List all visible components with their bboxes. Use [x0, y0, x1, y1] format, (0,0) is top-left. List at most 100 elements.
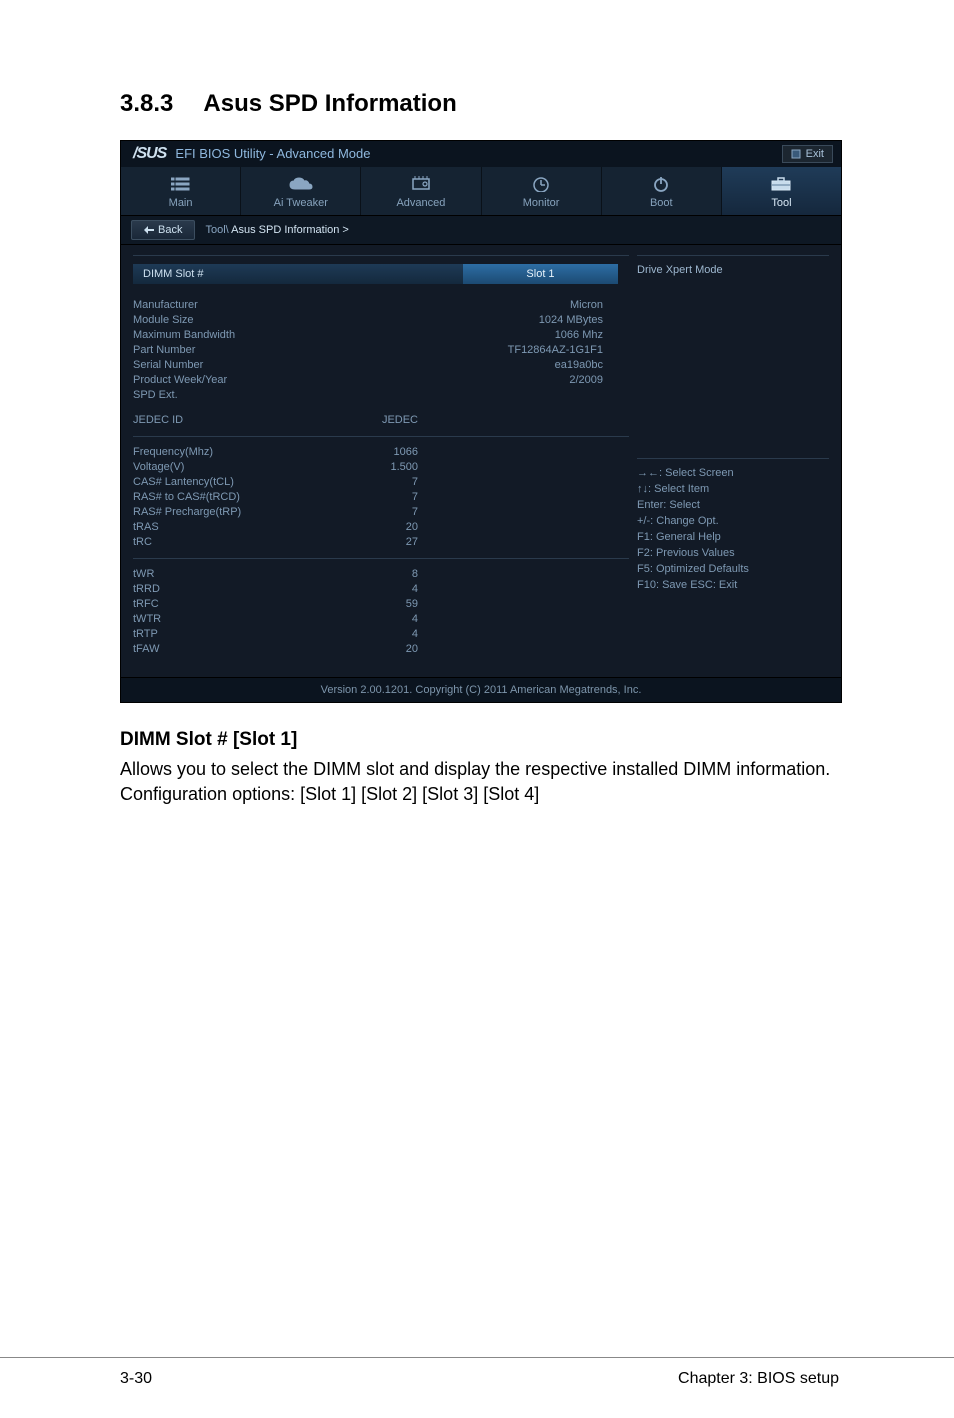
info-row: tRAS20	[133, 520, 629, 535]
info-value: 7	[343, 475, 418, 490]
info-value: TF12864AZ-1G1F1	[343, 343, 603, 358]
info-value: 4	[343, 627, 418, 642]
info-row: tWTR4	[133, 612, 629, 627]
breadcrumb-prefix: Tool\	[205, 224, 231, 236]
bios-footer: Version 2.00.1201. Copyright (C) 2011 Am…	[121, 677, 841, 702]
section-title: Asus SPD Information	[203, 90, 456, 117]
info-value: 1.500	[343, 460, 418, 475]
info-label: Voltage(V)	[133, 460, 343, 475]
info-row: Module Size1024 MBytes	[133, 313, 629, 328]
breadcrumb-row: Back Tool\ Asus SPD Information >	[121, 215, 841, 245]
info-label: Product Week/Year	[133, 373, 343, 388]
nav-tabs: Main Ai Tweaker Advanced Monitor Boot To…	[121, 167, 841, 215]
info-block-timings-2: tWR8tRRD4tRFC59tWTR4tRTP4tFAW20	[133, 567, 629, 657]
divider	[133, 436, 629, 437]
tab-label: Main	[121, 197, 240, 209]
info-value: 1066 Mhz	[343, 328, 603, 343]
info-label: Part Number	[133, 343, 343, 358]
info-value: 4	[343, 582, 418, 597]
info-label: tRRD	[133, 582, 343, 597]
info-row: tWR8	[133, 567, 629, 582]
info-label: CAS# Lantency(tCL)	[133, 475, 343, 490]
breadcrumb: Tool\ Asus SPD Information >	[205, 224, 348, 236]
title-bar: /SUS EFI BIOS Utility - Advanced Mode Ex…	[121, 141, 841, 167]
info-row: Voltage(V)1.500	[133, 460, 629, 475]
tab-label: Advanced	[361, 197, 480, 209]
info-row: Part NumberTF12864AZ-1G1F1	[133, 343, 629, 358]
info-row: tRRD4	[133, 582, 629, 597]
info-label: Manufacturer	[133, 298, 343, 313]
back-arrow-icon	[144, 226, 154, 234]
info-value: 1024 MBytes	[343, 313, 603, 328]
left-pane: DIMM Slot # Slot 1 ManufacturerMicronMod…	[133, 255, 629, 657]
help-line: +/-: Change Opt.	[637, 513, 829, 529]
info-value: 4	[343, 612, 418, 627]
exit-icon	[791, 149, 801, 159]
monitor-icon	[532, 176, 550, 192]
info-label: Frequency(Mhz)	[133, 445, 343, 460]
info-row: tRFC59	[133, 597, 629, 612]
info-label: tRC	[133, 535, 343, 550]
tab-label: Ai Tweaker	[241, 197, 360, 209]
tab-ai-tweaker[interactable]: Ai Tweaker	[241, 167, 361, 215]
dimm-slot-value: Slot 1	[463, 264, 618, 284]
help-line: F10: Save ESC: Exit	[637, 577, 829, 593]
tab-label: Monitor	[482, 197, 601, 209]
info-row: CAS# Lantency(tCL)7	[133, 475, 629, 490]
help-line: →←: Select Screen	[637, 465, 829, 481]
info-label: RAS# to CAS#(tRCD)	[133, 490, 343, 505]
tab-tool[interactable]: Tool	[722, 167, 841, 215]
divider	[637, 458, 829, 459]
info-value: 2/2009	[343, 373, 603, 388]
info-value: 20	[343, 520, 418, 535]
info-value: Micron	[343, 298, 603, 313]
bios-title: EFI BIOS Utility - Advanced Mode	[175, 146, 370, 161]
breadcrumb-current: Asus SPD Information >	[231, 224, 349, 236]
info-value: 20	[343, 642, 418, 657]
tab-advanced[interactable]: Advanced	[361, 167, 481, 215]
info-value: ea19a0bc	[343, 358, 603, 373]
subsection-body: Allows you to select the DIMM slot and d…	[120, 757, 839, 807]
info-value: 59	[343, 597, 418, 612]
power-icon	[652, 175, 670, 193]
info-label: tWR	[133, 567, 343, 582]
section-heading: 3.8.3 Asus SPD Information	[120, 90, 839, 118]
info-value	[343, 388, 603, 403]
asus-logo: /SUS	[133, 145, 166, 162]
info-value: 8	[343, 567, 418, 582]
info-label: tRAS	[133, 520, 343, 535]
toolbox-icon	[770, 176, 792, 192]
help-line: F2: Previous Values	[637, 545, 829, 561]
info-block-general: ManufacturerMicronModule Size1024 MBytes…	[133, 298, 629, 403]
tab-boot[interactable]: Boot	[602, 167, 722, 215]
info-row: tFAW20	[133, 642, 629, 657]
tab-label: Tool	[722, 197, 841, 209]
info-label: tRTP	[133, 627, 343, 642]
tab-main[interactable]: Main	[121, 167, 241, 215]
cloud-icon	[289, 177, 313, 191]
info-label: tRFC	[133, 597, 343, 612]
info-row: tRC27	[133, 535, 629, 550]
info-row: tRTP4	[133, 627, 629, 642]
info-label: tFAW	[133, 642, 343, 657]
back-button[interactable]: Back	[131, 220, 195, 240]
tab-monitor[interactable]: Monitor	[482, 167, 602, 215]
info-value: 27	[343, 535, 418, 550]
section-number: 3.8.3	[120, 90, 173, 118]
right-pane: Drive Xpert Mode →←: Select Screen↑↓: Se…	[637, 255, 829, 657]
jedec-value: JEDEC	[343, 413, 418, 428]
back-label: Back	[158, 224, 182, 236]
dimm-slot-selector[interactable]: DIMM Slot # Slot 1	[133, 264, 629, 284]
info-row: RAS# to CAS#(tRCD)7	[133, 490, 629, 505]
divider	[133, 558, 629, 559]
info-label: tWTR	[133, 612, 343, 627]
exit-button[interactable]: Exit	[782, 145, 833, 163]
jedec-row: JEDEC ID JEDEC	[133, 413, 629, 428]
info-label: Module Size	[133, 313, 343, 328]
help-line: Enter: Select	[637, 497, 829, 513]
info-value: 1066	[343, 445, 418, 460]
info-row: RAS# Precharge(tRP)7	[133, 505, 629, 520]
info-row: Frequency(Mhz)1066	[133, 445, 629, 460]
info-label: Serial Number	[133, 358, 343, 373]
info-label: Maximum Bandwidth	[133, 328, 343, 343]
